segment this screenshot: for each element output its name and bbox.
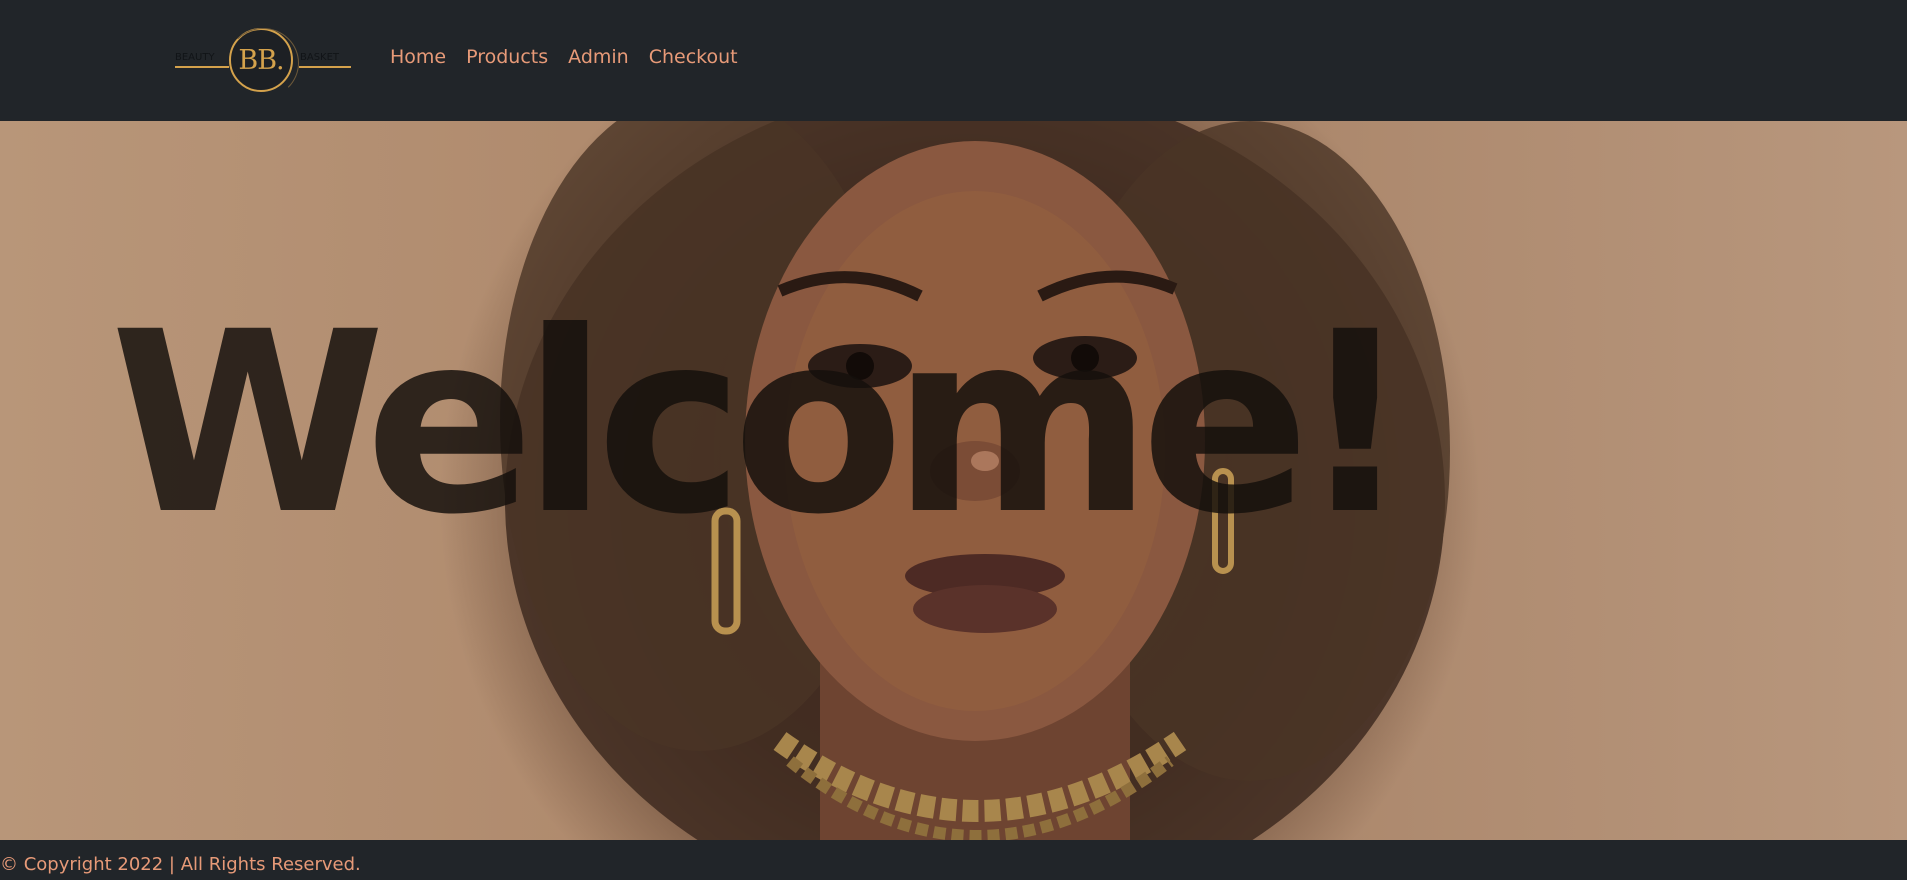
welcome-heading: Welcome!	[110, 278, 1412, 569]
hero-banner: Welcome!	[0, 121, 1907, 840]
brand-logo[interactable]: BEAUTY BB. BASKET	[175, 24, 351, 98]
footer: © Copyright 2022 | All Rights Reserved.	[0, 840, 1907, 880]
logo-circle: BB.	[227, 28, 299, 98]
logo-monogram: BB.	[238, 44, 284, 76]
main-nav: Home Products Admin Checkout	[390, 46, 738, 68]
nav-link-home[interactable]: Home	[390, 46, 446, 68]
nav-link-products[interactable]: Products	[466, 46, 548, 68]
logo-rule-right	[299, 66, 351, 68]
logo-rule-left	[175, 66, 229, 68]
logo-left-word: BEAUTY	[175, 52, 215, 63]
navbar: BEAUTY BB. BASKET Home Products Admin Ch…	[0, 0, 1907, 121]
copyright-text: © Copyright 2022 | All Rights Reserved.	[0, 854, 361, 875]
logo-right-word: BASKET	[300, 52, 340, 63]
nav-link-checkout[interactable]: Checkout	[649, 46, 738, 68]
nav-link-admin[interactable]: Admin	[568, 46, 629, 68]
